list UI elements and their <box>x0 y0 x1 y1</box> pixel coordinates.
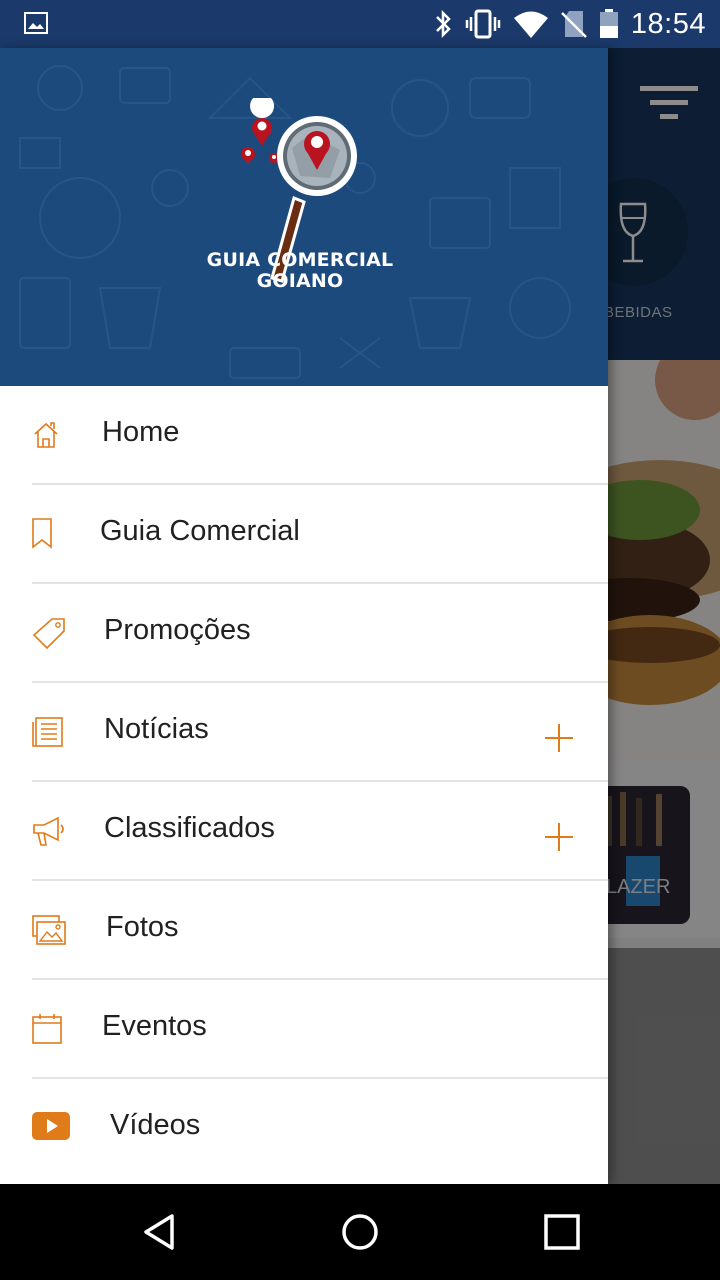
expand-plus-icon[interactable] <box>544 822 574 852</box>
brand-name: GUIA COMERCIAL GOIANO <box>0 250 600 292</box>
navigation-drawer: GUIA COMERCIAL GOIANO Home Guia Comercia… <box>0 48 608 1184</box>
menu-label: Home <box>102 416 180 448</box>
menu-item-videos[interactable]: Vídeos <box>32 1079 608 1178</box>
menu-item-noticias[interactable]: Notícias <box>32 683 608 782</box>
status-bar: 18:54 <box>0 0 720 48</box>
megaphone-icon <box>33 816 64 846</box>
menu-label: Guia Comercial <box>100 515 300 547</box>
expand-plus-icon[interactable] <box>544 723 574 753</box>
menu-label: Fotos <box>106 911 179 943</box>
menu-item-classificados[interactable]: Classificados <box>32 782 608 881</box>
menu-item-guia-comercial[interactable]: Guia Comercial <box>32 485 608 584</box>
news-icon <box>32 717 63 747</box>
image-icon <box>24 12 48 34</box>
bluetooth-icon <box>436 9 451 39</box>
photos-icon <box>32 915 66 945</box>
back-icon[interactable] <box>140 1212 180 1252</box>
brand-line-2: GOIANO <box>256 270 344 292</box>
menu-label: Eventos <box>102 1010 207 1042</box>
recents-icon[interactable] <box>542 1212 582 1252</box>
menu-item-fotos[interactable]: Fotos <box>32 881 608 980</box>
system-nav-bar <box>0 1184 720 1280</box>
drawer-header: GUIA COMERCIAL GOIANO <box>0 48 608 386</box>
battery-icon <box>599 9 618 38</box>
menu-item-home[interactable]: Home <box>32 386 608 485</box>
menu-label: Promoções <box>104 614 251 646</box>
home-icon <box>34 422 58 448</box>
bookmark-icon <box>32 518 52 549</box>
drawer-menu: Home Guia Comercial Promoções Notícias C… <box>0 386 608 1178</box>
menu-item-eventos[interactable]: Eventos <box>32 980 608 1079</box>
menu-label: Notícias <box>104 713 209 745</box>
clock: 18:54 <box>630 7 706 40</box>
no-sim-icon <box>561 11 587 38</box>
menu-item-promocoes[interactable]: Promoções <box>32 584 608 683</box>
menu-label: Classificados <box>104 812 275 844</box>
brand-line-1: GUIA COMERCIAL <box>206 249 394 271</box>
wifi-icon <box>513 11 548 38</box>
calendar-icon <box>32 1014 62 1044</box>
vibrate-icon <box>465 9 501 39</box>
menu-label: Vídeos <box>110 1109 201 1141</box>
tag-icon <box>32 618 65 650</box>
play-icon <box>32 1112 70 1140</box>
home-nav-icon[interactable] <box>340 1212 380 1252</box>
